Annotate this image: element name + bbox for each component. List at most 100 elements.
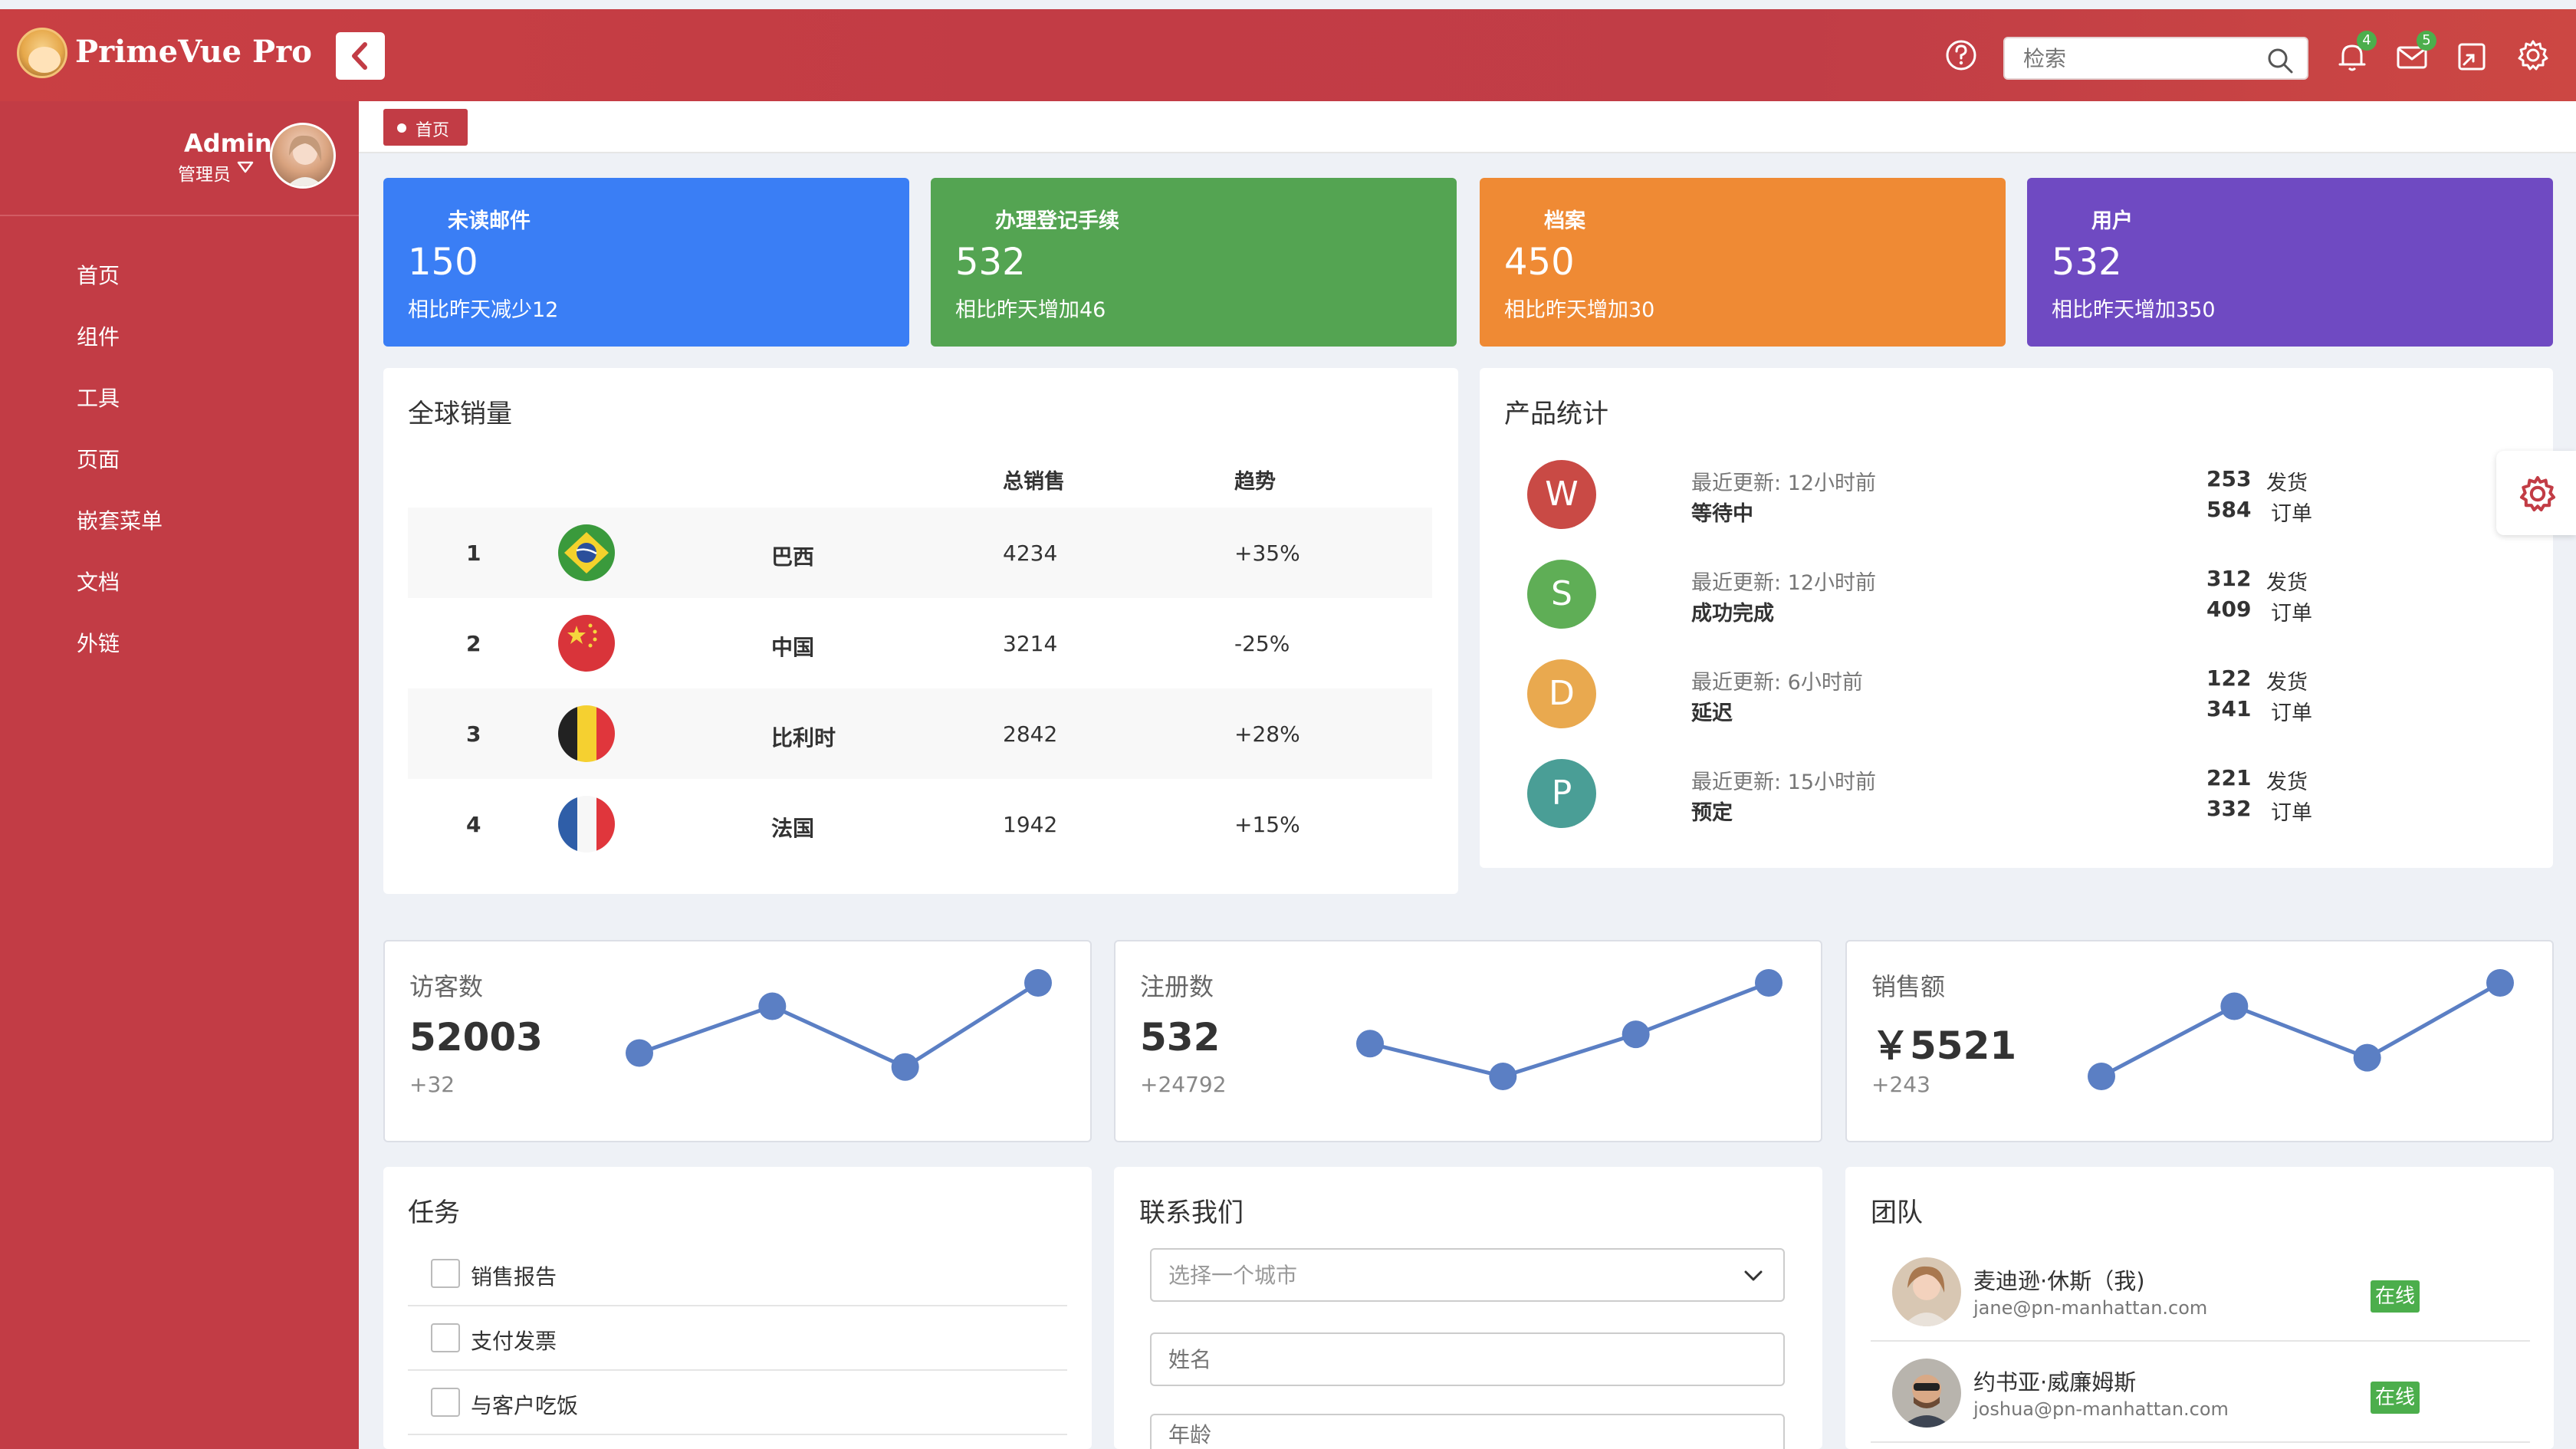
task-item[interactable]: 支付发票: [408, 1306, 1067, 1371]
sidebar-item-5[interactable]: 文档: [0, 546, 359, 607]
line-chart: [1356, 969, 1783, 1090]
belgium-flag: [558, 705, 615, 762]
rank-cell: 4: [466, 812, 481, 837]
data-point[interactable]: [891, 1053, 919, 1081]
user-icon: [2052, 201, 2082, 232]
brazil-flag: [558, 524, 615, 581]
window-minimize-icon[interactable]: [2453, 38, 2490, 75]
data-point[interactable]: [1024, 969, 1052, 997]
stat-card-title: 办理登记手续: [995, 209, 1119, 233]
gear-icon: [2519, 475, 2556, 512]
data-point[interactable]: [758, 992, 787, 1020]
tab-home[interactable]: 首页: [383, 109, 468, 146]
search-input[interactable]: [2023, 43, 2253, 74]
caret-down-icon[interactable]: [236, 159, 255, 175]
country-cell: 法国: [771, 816, 815, 841]
stat-card[interactable]: 用户 532 相比昨天增加350: [2027, 178, 2553, 347]
task-checkbox[interactable]: [431, 1323, 460, 1352]
data-point[interactable]: [1489, 1063, 1517, 1090]
china-flag: [558, 615, 615, 672]
stat-card-subtitle: 相比昨天增加30: [1504, 298, 1655, 322]
task-checkbox[interactable]: [431, 1388, 460, 1417]
layout-config-button[interactable]: [2496, 451, 2576, 535]
money-bill-icon: [31, 626, 57, 652]
series-line: [1369, 981, 1769, 1079]
name-field[interactable]: [1150, 1332, 1785, 1386]
team-member-email: jane@pn-manhattan.com: [1973, 1297, 2208, 1319]
map-marker-icon: [955, 201, 986, 232]
product-avatar: P: [1527, 759, 1596, 828]
sidebar-item-label: 首页: [77, 263, 120, 288]
data-point[interactable]: [1755, 969, 1783, 997]
stat-card[interactable]: 办理登记手续 532 相比昨天增加46: [931, 178, 1457, 347]
product-orders: 584: [2206, 497, 2252, 522]
product-order-label: 订单: [2271, 502, 2312, 526]
data-point[interactable]: [626, 1039, 653, 1067]
stat-card-value: 450: [1504, 241, 1575, 284]
age-input[interactable]: [1168, 1418, 1705, 1449]
product-avatar: D: [1527, 659, 1596, 728]
chevron-down-icon[interactable]: [1742, 1267, 1765, 1285]
product-avatar: W: [1527, 460, 1596, 529]
task-checkbox[interactable]: [431, 1259, 460, 1288]
sidebar-item-2[interactable]: 工具: [0, 362, 359, 423]
user-name: Admin: [184, 129, 272, 158]
sidebar-item-6[interactable]: 外链: [0, 607, 359, 669]
logo-icon: [17, 28, 67, 78]
name-input[interactable]: [1168, 1343, 1705, 1377]
mini-chart-change: +24792: [1140, 1072, 1227, 1097]
product-orders: 409: [2206, 596, 2252, 622]
team-member[interactable]: 麦迪逊·休斯（我) jane@pn-manhattan.com 在线: [1871, 1242, 2530, 1342]
data-point[interactable]: [2088, 1063, 2115, 1090]
help-icon[interactable]: [1943, 37, 1980, 74]
product-orders: 341: [2206, 696, 2252, 721]
mini-chart-label: 注册数: [1140, 972, 1214, 1001]
task-label: 与客户吃饭: [471, 1393, 579, 1418]
user-role[interactable]: 管理员: [178, 159, 231, 186]
stat-card[interactable]: 未读邮件 150 相比昨天减少12: [383, 178, 909, 347]
gear-icon[interactable]: [2515, 37, 2551, 74]
age-field[interactable]: [1150, 1414, 1785, 1449]
data-point[interactable]: [1622, 1020, 1650, 1049]
task-item[interactable]: 与客户吃饭: [408, 1371, 1067, 1435]
data-point[interactable]: [2486, 969, 2514, 997]
stat-card-value: 150: [408, 241, 478, 284]
data-point[interactable]: [1356, 1030, 1384, 1058]
column-header-total[interactable]: 总销售: [1003, 465, 1065, 495]
team-member-name: 麦迪逊·休斯（我): [1973, 1268, 2145, 1294]
avatar[interactable]: [270, 123, 336, 189]
team-member[interactable]: 约书亚·威廉姆斯 joshua@pn-manhattan.com 在线: [1871, 1343, 2530, 1443]
product-avatar: S: [1527, 560, 1596, 629]
data-point[interactable]: [2353, 1043, 2381, 1072]
mini-chart-card: 销售额 ￥5521 +243: [1845, 940, 2554, 1142]
column-header-trend[interactable]: 趋势: [1234, 465, 1276, 495]
sidebar-item-0[interactable]: 首页: [0, 239, 359, 301]
sidebar-toggle-button[interactable]: [336, 32, 385, 80]
series-line: [2100, 981, 2502, 1079]
status-badge: 在线: [2371, 1382, 2420, 1414]
city-dropdown[interactable]: 选择一个城市: [1150, 1248, 1785, 1302]
chevron-left-icon: [352, 42, 367, 70]
sidebar-item-label: 页面: [77, 447, 120, 472]
data-point[interactable]: [2220, 992, 2249, 1020]
line-chart: [626, 969, 1052, 1081]
product-status: 等待中: [1691, 502, 1753, 526]
trend-cell: +35%: [1234, 540, 1300, 566]
product-order-label: 订单: [2271, 801, 2312, 825]
task-item[interactable]: 销售报告: [408, 1242, 1067, 1306]
stat-card[interactable]: 档案 450 相比昨天增加30: [1480, 178, 2006, 347]
search-icon[interactable]: [2266, 46, 2295, 75]
sidebar-item-label: 嵌套菜单: [77, 508, 163, 534]
search-field[interactable]: [2003, 37, 2308, 80]
sidebar-item-4[interactable]: 嵌套菜单: [0, 485, 359, 546]
messages-badge: 5: [2417, 31, 2436, 51]
sidebar-item-3[interactable]: 页面: [0, 423, 359, 485]
mini-chart-value: ￥5521: [1871, 1024, 2017, 1068]
total-cell: 4234: [1003, 540, 1058, 566]
sidebar-item-1[interactable]: 组件: [0, 301, 359, 362]
mini-chart-label: 销售额: [1871, 972, 1946, 1001]
stat-card-value: 532: [955, 241, 1026, 284]
rank-cell: 1: [466, 540, 481, 566]
sidebar-item-label: 组件: [77, 324, 120, 350]
mini-chart-card: 访客数 52003 +32: [383, 940, 1092, 1142]
